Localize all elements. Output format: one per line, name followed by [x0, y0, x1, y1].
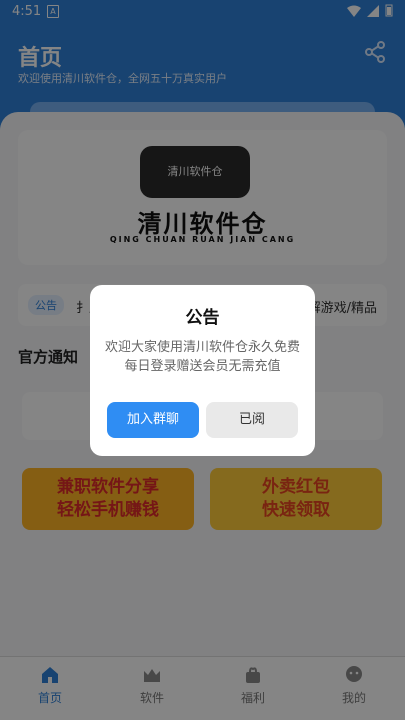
dialog-line1: 欢迎大家使用清川软件仓永久免费 — [104, 340, 300, 355]
announcement-dialog: 公告 欢迎大家使用清川软件仓永久免费 每日登录赠送会员无需充值 加入群聊 已阅 — [90, 285, 315, 456]
read-button[interactable]: 已阅 — [206, 402, 298, 438]
dialog-body: 欢迎大家使用清川软件仓永久免费 每日登录赠送会员无需充值 — [102, 338, 303, 376]
join-group-button[interactable]: 加入群聊 — [107, 402, 199, 438]
dialog-title: 公告 — [185, 308, 220, 328]
dialog-line2: 每日登录赠送会员无需充值 — [124, 359, 281, 374]
